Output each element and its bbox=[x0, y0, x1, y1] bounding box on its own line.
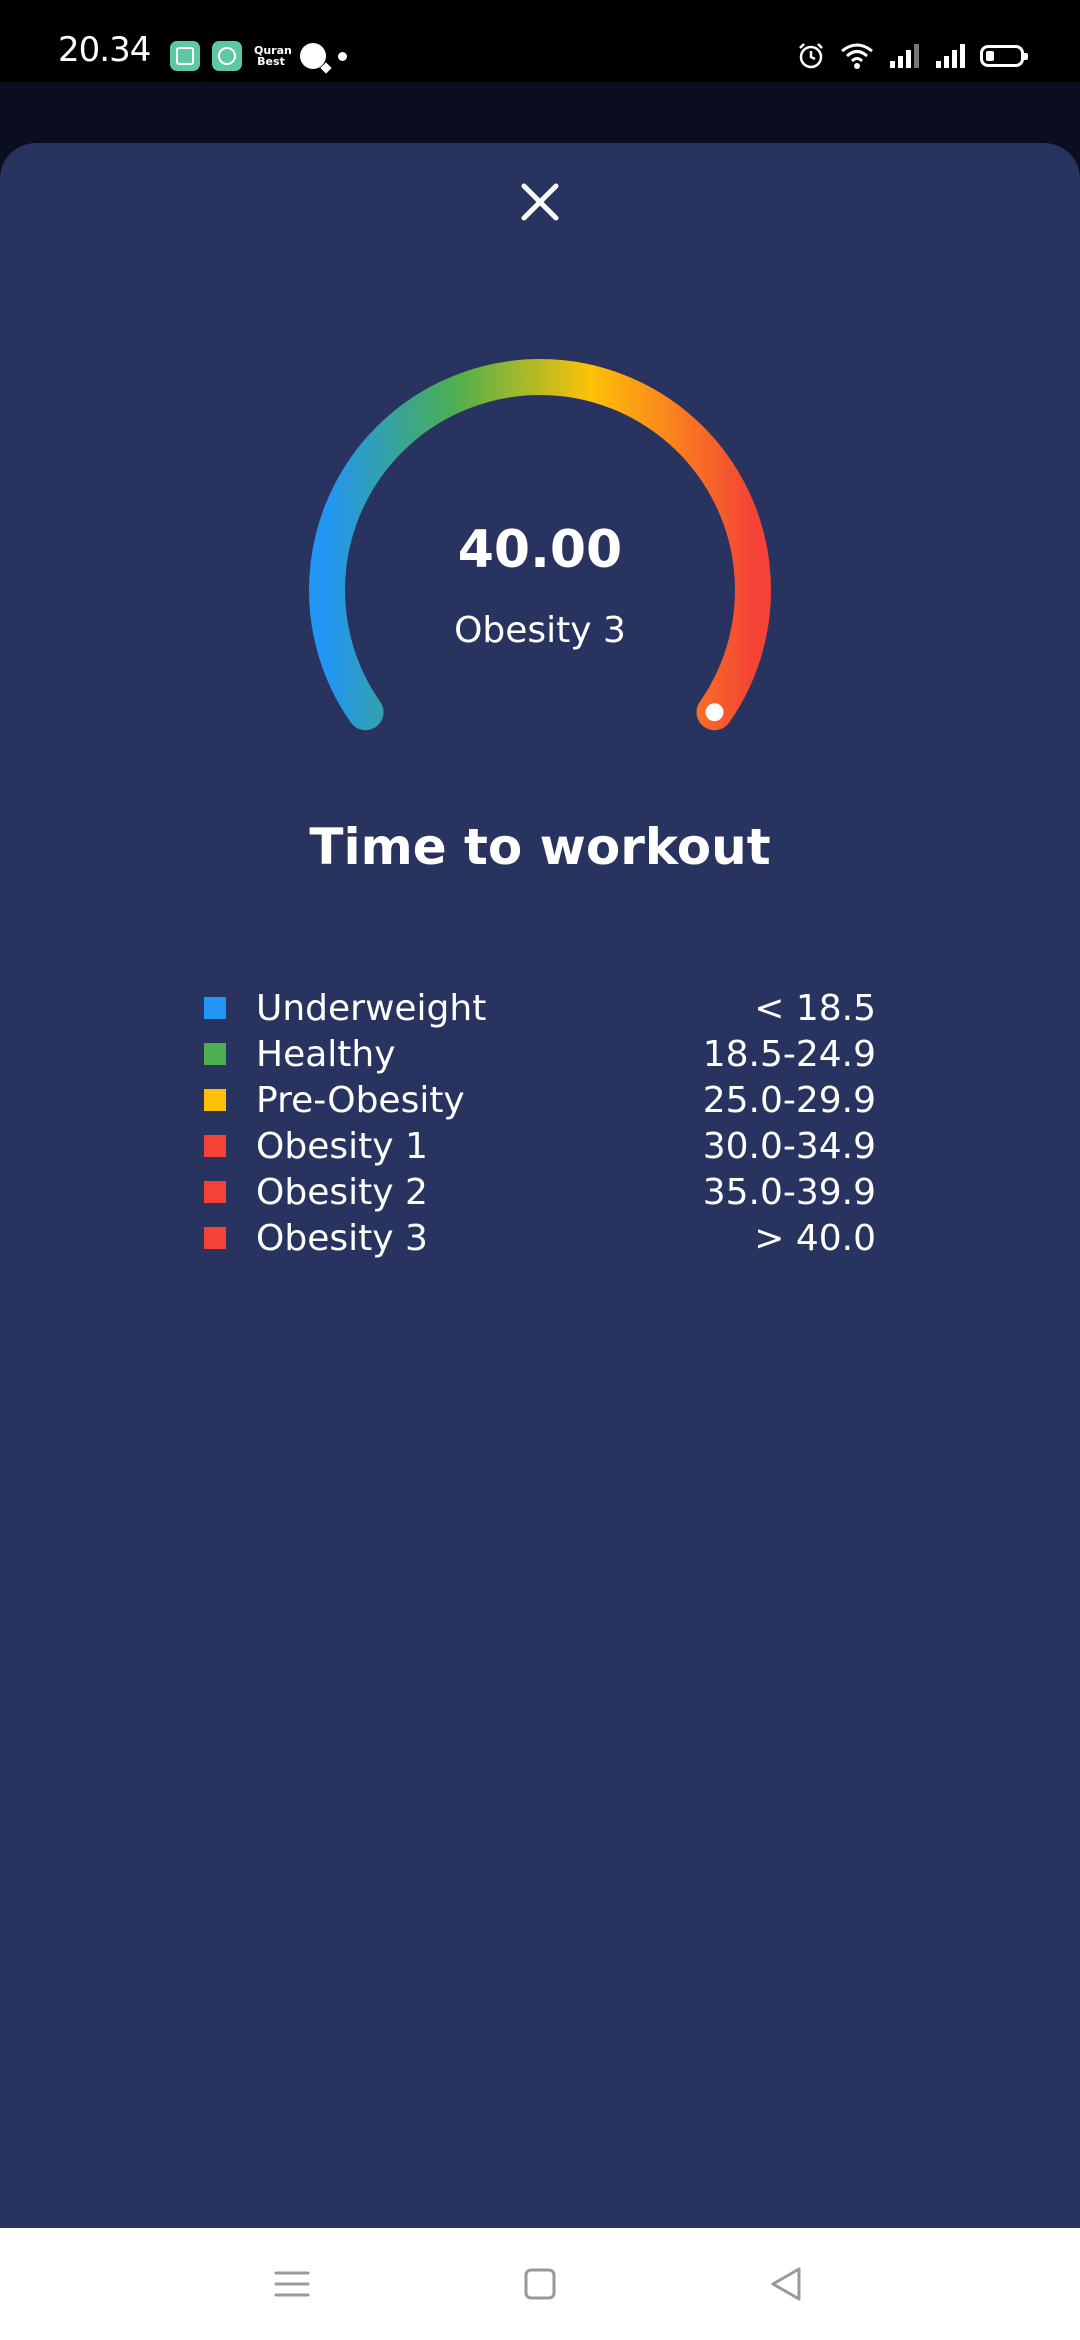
signal-icon-2 bbox=[936, 44, 965, 68]
chat-icon bbox=[300, 43, 326, 69]
legend-label: Underweight bbox=[256, 987, 487, 1029]
legend-range: 30.0-34.9 bbox=[702, 1125, 876, 1167]
signal-icon bbox=[890, 44, 919, 68]
legend-label: Healthy bbox=[256, 1033, 396, 1075]
backdrop bbox=[0, 82, 1080, 146]
battery-icon bbox=[980, 45, 1028, 67]
close-icon bbox=[521, 183, 559, 221]
close-button[interactable] bbox=[510, 172, 570, 232]
more-notifications-dot bbox=[338, 51, 347, 61]
legend-label: Pre-Obesity bbox=[256, 1079, 465, 1121]
bmi-category: Obesity 3 bbox=[454, 610, 626, 651]
legend-range: 25.0-29.9 bbox=[702, 1079, 876, 1121]
status-bar: 20.34 Quran Best bbox=[0, 0, 1080, 82]
menu-button[interactable] bbox=[264, 2256, 320, 2312]
legend-row-obesity-3: Obesity 3 > 40.0 bbox=[200, 1215, 876, 1261]
status-time: 20.34 bbox=[58, 30, 151, 70]
bmi-value: 40.00 bbox=[457, 520, 623, 580]
legend-row-obesity-1: Obesity 1 30.0-34.9 bbox=[200, 1123, 876, 1169]
legend-swatch bbox=[204, 1043, 226, 1065]
legend-range: 18.5-24.9 bbox=[702, 1033, 876, 1075]
result-headline: Time to workout bbox=[309, 818, 771, 876]
system-navigation-bar bbox=[0, 2228, 1080, 2340]
quran-app-icon: Quran Best bbox=[254, 45, 292, 68]
legend-label: Obesity 3 bbox=[256, 1217, 428, 1259]
legend-swatch bbox=[204, 997, 226, 1019]
legend-range: < 18.5 bbox=[754, 987, 876, 1029]
legend-range: 35.0-39.9 bbox=[702, 1171, 876, 1213]
legend-swatch bbox=[204, 1227, 226, 1249]
home-button[interactable] bbox=[512, 2256, 568, 2312]
legend-swatch bbox=[204, 1089, 226, 1111]
bmi-legend: Underweight < 18.5 Healthy 18.5-24.9 Pre… bbox=[200, 985, 876, 1261]
legend-swatch bbox=[204, 1135, 226, 1157]
notification-icons: Quran Best bbox=[170, 40, 347, 72]
legend-row-healthy: Healthy 18.5-24.9 bbox=[200, 1031, 876, 1077]
legend-range: > 40.0 bbox=[754, 1217, 876, 1259]
legend-row-obesity-2: Obesity 2 35.0-39.9 bbox=[200, 1169, 876, 1215]
legend-swatch bbox=[204, 1181, 226, 1203]
legend-row-underweight: Underweight < 18.5 bbox=[200, 985, 876, 1031]
alarm-icon bbox=[799, 43, 823, 69]
menu-icon bbox=[274, 2271, 310, 2297]
back-button[interactable] bbox=[758, 2256, 814, 2312]
wifi-icon bbox=[841, 43, 873, 69]
system-icons bbox=[796, 40, 1028, 72]
home-icon bbox=[524, 2268, 556, 2300]
gauge-indicator bbox=[705, 703, 724, 722]
quran-icon-line2: Best bbox=[257, 55, 285, 68]
legend-row-pre-obesity: Pre-Obesity 25.0-29.9 bbox=[200, 1077, 876, 1123]
legend-label: Obesity 2 bbox=[256, 1171, 428, 1213]
legend-label: Obesity 1 bbox=[256, 1125, 428, 1167]
app-notification-icon bbox=[170, 41, 200, 71]
back-icon bbox=[771, 2267, 801, 2301]
app-notification-icon bbox=[212, 41, 242, 71]
